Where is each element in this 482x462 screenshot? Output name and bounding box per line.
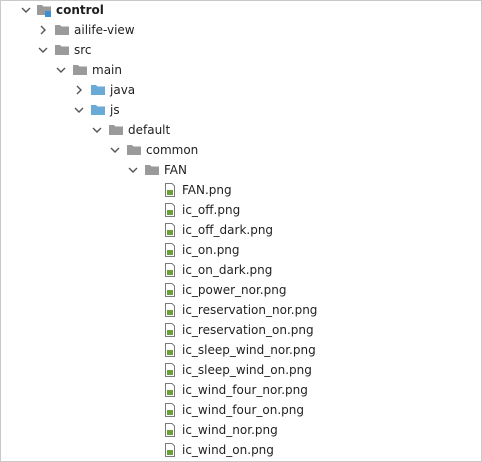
tree-file-row[interactable]: ic_wind_four_nor.png (1, 380, 481, 400)
tree-node-label: main (92, 63, 122, 77)
chevron-down-icon[interactable] (20, 4, 32, 16)
tree-node-label: common (146, 143, 199, 157)
tree-file-row[interactable]: ic_wind_four_on.png (1, 400, 481, 420)
folder-icon (109, 125, 123, 135)
tree-node-label: default (128, 123, 171, 137)
image-file-icon (165, 323, 175, 337)
chevron-right-icon[interactable] (73, 84, 85, 96)
image-file-icon (165, 343, 175, 357)
tree-file-row[interactable]: ic_off.png (1, 200, 481, 220)
tree-node-label: FAN (164, 163, 187, 177)
project-tree: control ailife-view src main java js def… (0, 0, 482, 462)
chevron-right-icon[interactable] (37, 24, 49, 36)
tree-node-main[interactable]: main (1, 60, 481, 80)
tree-file-label: ic_power_nor.png (182, 283, 287, 297)
tree-node-common[interactable]: common (1, 140, 481, 160)
tree-file-row[interactable]: ic_reservation_nor.png (1, 300, 481, 320)
chevron-down-icon[interactable] (127, 164, 139, 176)
image-file-icon (165, 303, 175, 317)
tree-node-java[interactable]: java (1, 80, 481, 100)
tree-file-row[interactable]: ic_power_nor.png (1, 280, 481, 300)
folder-icon (55, 25, 69, 35)
tree-file-row[interactable]: ic_on.png (1, 240, 481, 260)
image-file-icon (165, 183, 175, 197)
folder-icon (145, 165, 159, 175)
image-file-icon (165, 363, 175, 377)
tree-node-label: ailife-view (74, 23, 135, 37)
tree-node-ailife-view[interactable]: ailife-view (1, 20, 481, 40)
tree-file-row[interactable]: ic_sleep_wind_on.png (1, 360, 481, 380)
tree-file-row[interactable]: FAN.png (1, 180, 481, 200)
chevron-down-icon[interactable] (55, 64, 67, 76)
tree-file-label: ic_reservation_nor.png (182, 303, 318, 317)
tree-node-control[interactable]: control (1, 1, 481, 20)
tree-file-label: ic_reservation_on.png (182, 323, 314, 337)
source-folder-icon (91, 105, 105, 115)
image-file-icon (165, 243, 175, 257)
tree-node-label: js (110, 103, 120, 117)
folder-icon (127, 145, 141, 155)
tree-file-row[interactable]: ic_reservation_on.png (1, 320, 481, 340)
tree-file-label: ic_wind_four_on.png (182, 403, 305, 417)
tree-file-label: ic_on.png (182, 243, 240, 257)
image-file-icon (165, 443, 175, 457)
tree-file-label: ic_off_dark.png (182, 223, 274, 237)
tree-file-row[interactable]: ic_off_dark.png (1, 220, 481, 240)
tree-file-label: ic_off.png (182, 203, 241, 217)
chevron-down-icon[interactable] (91, 124, 103, 136)
tree-node-label: src (74, 43, 92, 57)
image-file-icon (165, 283, 175, 297)
chevron-down-icon[interactable] (109, 144, 121, 156)
image-file-icon (165, 383, 175, 397)
tree-file-label: FAN.png (182, 183, 232, 197)
tree-file-label: ic_sleep_wind_nor.png (182, 343, 316, 357)
folder-icon (73, 65, 87, 75)
tree-file-label: ic_wind_nor.png (182, 423, 278, 437)
tree-node-fan[interactable]: FAN (1, 160, 481, 180)
chevron-down-icon[interactable] (37, 44, 49, 56)
module-folder-icon (37, 5, 51, 17)
tree-node-js[interactable]: js (1, 100, 481, 120)
tree-file-row[interactable]: ic_wind_on.png (1, 440, 481, 460)
tree-node-label: java (110, 83, 136, 97)
image-file-icon (165, 203, 175, 217)
tree-file-row[interactable]: ic_wind_nor.png (1, 420, 481, 440)
tree-file-row[interactable]: ic_on_dark.png (1, 260, 481, 280)
tree-node-label: control (56, 3, 104, 17)
tree-file-label: ic_wind_on.png (182, 443, 274, 457)
tree-file-row[interactable]: ic_sleep_wind_nor.png (1, 340, 481, 360)
image-file-icon (165, 403, 175, 417)
folder-icon (55, 45, 69, 55)
tree-node-default[interactable]: default (1, 120, 481, 140)
source-folder-icon (91, 85, 105, 95)
image-file-icon (165, 263, 175, 277)
tree-node-src[interactable]: src (1, 40, 481, 60)
image-file-icon (165, 423, 175, 437)
tree-file-label: ic_wind_four_nor.png (182, 383, 308, 397)
image-file-icon (165, 223, 175, 237)
chevron-down-icon[interactable] (73, 104, 85, 116)
tree-file-label: ic_sleep_wind_on.png (182, 363, 312, 377)
tree-file-label: ic_on_dark.png (182, 263, 273, 277)
